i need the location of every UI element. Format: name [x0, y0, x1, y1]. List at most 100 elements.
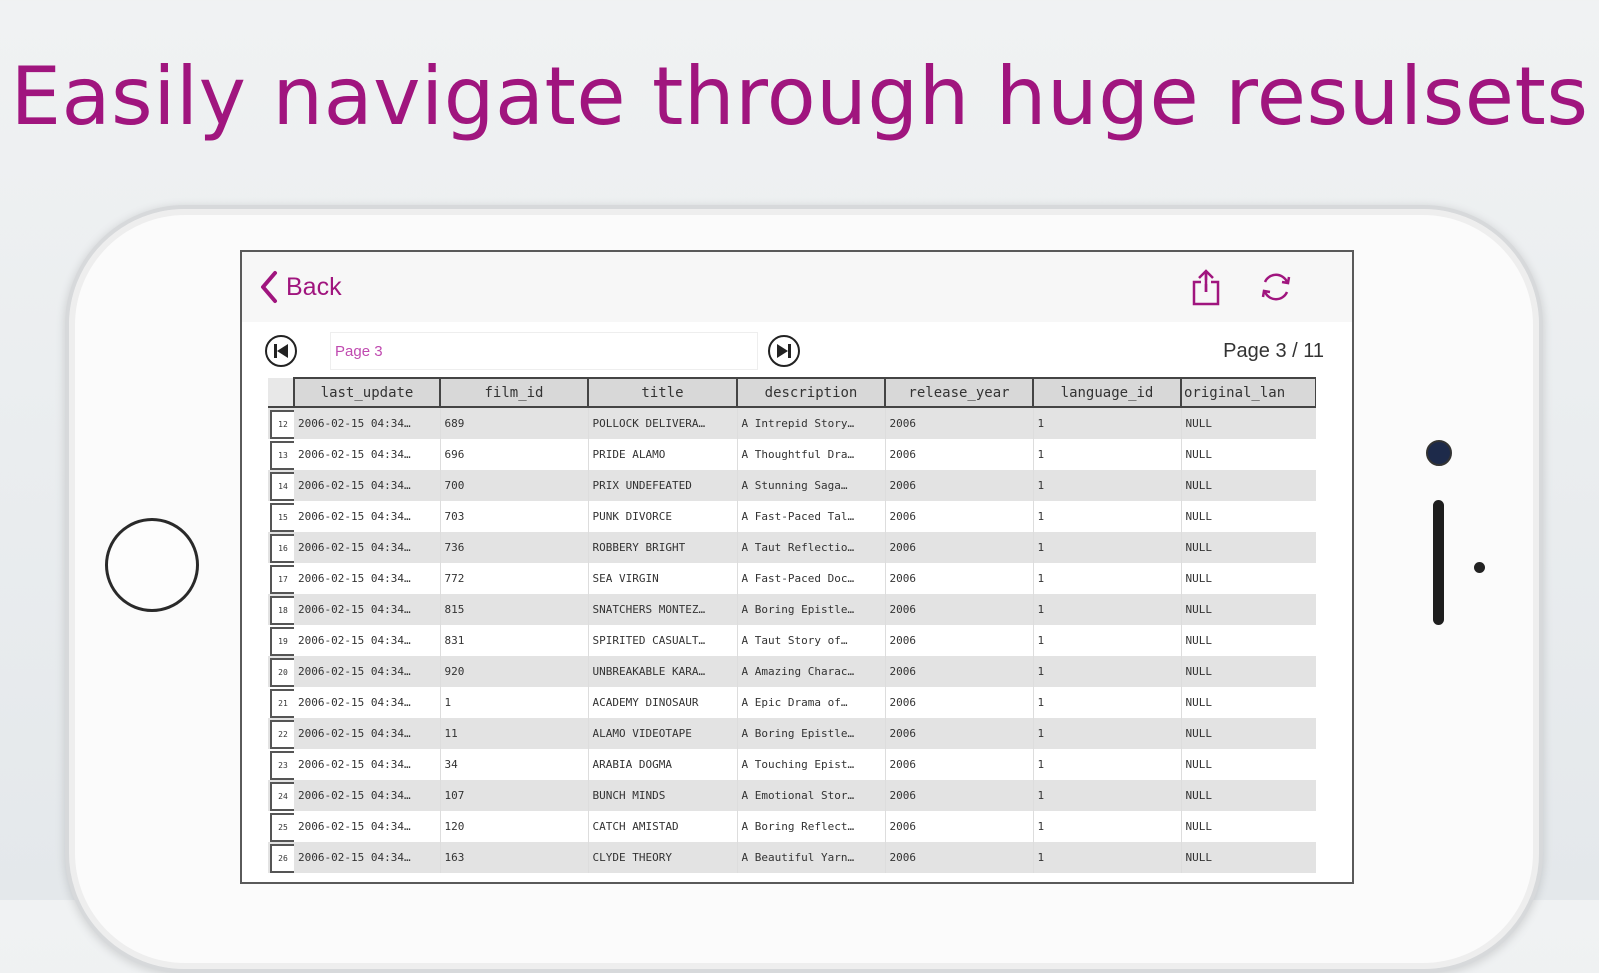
table-cell-description[interactable]: A Touching Epist…: [737, 749, 886, 780]
table-row[interactable]: 13 2006-02-15 04:34… 696 PRIDE ALAMO A Thoug…: [268, 439, 1316, 470]
table-cell-title[interactable]: SNATCHERS MONTEZ…: [588, 594, 738, 625]
table-row[interactable]: 26 2006-02-15 04:34… 163 CLYDE THEORY A Beau…: [268, 842, 1316, 873]
table-cell-film-id[interactable]: 163: [440, 842, 589, 873]
table-cell-last-update[interactable]: 2006-02-15 04:34…: [294, 718, 441, 749]
table-cell-original-lan[interactable]: NULL: [1181, 780, 1316, 811]
table-cell-release-year[interactable]: 2006: [885, 470, 1034, 501]
table-row[interactable]: 18 2006-02-15 04:34… 815 SNATCHERS MONTEZ… A…: [268, 594, 1316, 625]
table-cell-description[interactable]: A Boring Epistle…: [737, 594, 886, 625]
table-cell-language-id[interactable]: 1: [1033, 749, 1182, 780]
table-cell-last-update[interactable]: 2006-02-15 04:34…: [294, 439, 441, 470]
table-cell-language-id[interactable]: 1: [1033, 407, 1182, 439]
table-cell-title[interactable]: SEA VIRGIN: [588, 563, 738, 594]
table-cell-film-id[interactable]: 831: [440, 625, 589, 656]
table-cell-film-id[interactable]: 815: [440, 594, 589, 625]
table-cell-last-update[interactable]: 2006-02-15 04:34…: [294, 407, 441, 439]
table-cell-title[interactable]: POLLOCK DELIVERA…: [588, 407, 738, 439]
table-row[interactable]: 16 2006-02-15 04:34… 736 ROBBERY BRIGHT A Ta…: [268, 532, 1316, 563]
table-cell-original-lan[interactable]: NULL: [1181, 656, 1316, 687]
table-cell-film-id[interactable]: 700: [440, 470, 589, 501]
table-cell-language-id[interactable]: 1: [1033, 718, 1182, 749]
table-cell-release-year[interactable]: 2006: [885, 532, 1034, 563]
table-row[interactable]: 22 2006-02-15 04:34… 11 ALAMO VIDEOTAPE A Bo…: [268, 718, 1316, 749]
table-cell-last-update[interactable]: 2006-02-15 04:34…: [294, 532, 441, 563]
table-cell-film-id[interactable]: 120: [440, 811, 589, 842]
table-cell-release-year[interactable]: 2006: [885, 687, 1034, 718]
results-grid[interactable]: last_update film_id title description re…: [268, 377, 1316, 882]
table-cell-original-lan[interactable]: NULL: [1181, 407, 1316, 439]
table-cell-language-id[interactable]: 1: [1033, 656, 1182, 687]
column-header[interactable]: film_id: [439, 377, 589, 408]
table-cell-original-lan[interactable]: NULL: [1181, 532, 1316, 563]
table-cell-language-id[interactable]: 1: [1033, 470, 1182, 501]
table-cell-original-lan[interactable]: NULL: [1181, 687, 1316, 718]
table-cell-release-year[interactable]: 2006: [885, 501, 1034, 532]
table-cell-release-year[interactable]: 2006: [885, 407, 1034, 439]
table-cell-last-update[interactable]: 2006-02-15 04:34…: [294, 811, 441, 842]
table-row[interactable]: 23 2006-02-15 04:34… 34 ARABIA DOGMA A Touch…: [268, 749, 1316, 780]
table-row[interactable]: 15 2006-02-15 04:34… 703 PUNK DIVORCE A Fast…: [268, 501, 1316, 532]
table-cell-release-year[interactable]: 2006: [885, 656, 1034, 687]
table-cell-title[interactable]: ARABIA DOGMA: [588, 749, 738, 780]
share-icon[interactable]: [1187, 268, 1225, 306]
table-cell-title[interactable]: CATCH AMISTAD: [588, 811, 738, 842]
table-cell-last-update[interactable]: 2006-02-15 04:34…: [294, 749, 441, 780]
table-cell-title[interactable]: UNBREAKABLE KARA…: [588, 656, 738, 687]
table-cell-title[interactable]: ALAMO VIDEOTAPE: [588, 718, 738, 749]
table-cell-original-lan[interactable]: NULL: [1181, 439, 1316, 470]
table-cell-last-update[interactable]: 2006-02-15 04:34…: [294, 563, 441, 594]
table-cell-description[interactable]: A Amazing Charac…: [737, 656, 886, 687]
table-cell-film-id[interactable]: 107: [440, 780, 589, 811]
table-cell-description[interactable]: A Fast-Paced Doc…: [737, 563, 886, 594]
table-cell-language-id[interactable]: 1: [1033, 780, 1182, 811]
table-cell-last-update[interactable]: 2006-02-15 04:34…: [294, 780, 441, 811]
table-cell-original-lan[interactable]: NULL: [1181, 501, 1316, 532]
table-cell-release-year[interactable]: 2006: [885, 718, 1034, 749]
first-page-icon[interactable]: [264, 334, 298, 368]
table-cell-film-id[interactable]: 736: [440, 532, 589, 563]
column-header[interactable]: description: [736, 377, 886, 408]
table-cell-original-lan[interactable]: NULL: [1181, 842, 1316, 873]
table-cell-original-lan[interactable]: NULL: [1181, 470, 1316, 501]
table-cell-film-id[interactable]: 696: [440, 439, 589, 470]
table-cell-description[interactable]: A Stunning Saga…: [737, 470, 886, 501]
table-cell-description[interactable]: A Epic Drama of…: [737, 687, 886, 718]
home-button[interactable]: [105, 518, 199, 612]
table-row[interactable]: 20 2006-02-15 04:34… 920 UNBREAKABLE KARA… A…: [268, 656, 1316, 687]
table-cell-film-id[interactable]: 1: [440, 687, 589, 718]
table-cell-film-id[interactable]: 34: [440, 749, 589, 780]
table-cell-description[interactable]: A Taut Story of…: [737, 625, 886, 656]
table-cell-title[interactable]: PRIDE ALAMO: [588, 439, 738, 470]
table-cell-language-id[interactable]: 1: [1033, 811, 1182, 842]
table-cell-release-year[interactable]: 2006: [885, 749, 1034, 780]
table-cell-release-year[interactable]: 2006: [885, 811, 1034, 842]
table-cell-title[interactable]: ACADEMY DINOSAUR: [588, 687, 738, 718]
table-cell-film-id[interactable]: 772: [440, 563, 589, 594]
table-cell-release-year[interactable]: 2006: [885, 594, 1034, 625]
table-cell-film-id[interactable]: 920: [440, 656, 589, 687]
table-cell-description[interactable]: A Emotional Stor…: [737, 780, 886, 811]
table-cell-title[interactable]: PUNK DIVORCE: [588, 501, 738, 532]
table-cell-language-id[interactable]: 1: [1033, 687, 1182, 718]
column-header[interactable]: release_year: [884, 377, 1034, 408]
table-cell-description[interactable]: A Taut Reflectio…: [737, 532, 886, 563]
table-cell-original-lan[interactable]: NULL: [1181, 718, 1316, 749]
table-cell-last-update[interactable]: 2006-02-15 04:34…: [294, 842, 441, 873]
table-cell-original-lan[interactable]: NULL: [1181, 749, 1316, 780]
table-cell-description[interactable]: A Intrepid Story…: [737, 407, 886, 439]
table-cell-release-year[interactable]: 2006: [885, 842, 1034, 873]
table-cell-original-lan[interactable]: NULL: [1181, 625, 1316, 656]
table-cell-original-lan[interactable]: NULL: [1181, 811, 1316, 842]
table-cell-title[interactable]: SPIRITED CASUALT…: [588, 625, 738, 656]
back-button[interactable]: Back: [258, 270, 342, 304]
table-cell-last-update[interactable]: 2006-02-15 04:34…: [294, 470, 441, 501]
table-cell-language-id[interactable]: 1: [1033, 532, 1182, 563]
table-row[interactable]: 17 2006-02-15 04:34… 772 SEA VIRGIN A Fast-P…: [268, 563, 1316, 594]
column-header[interactable]: language_id: [1032, 377, 1182, 408]
table-cell-description[interactable]: A Fast-Paced Tal…: [737, 501, 886, 532]
table-cell-film-id[interactable]: 11: [440, 718, 589, 749]
table-row[interactable]: 12 2006-02-15 04:34… 689 POLLOCK DELIVERA… A…: [268, 407, 1316, 439]
column-header[interactable]: title: [587, 377, 738, 408]
table-cell-original-lan[interactable]: NULL: [1181, 594, 1316, 625]
table-cell-last-update[interactable]: 2006-02-15 04:34…: [294, 687, 441, 718]
